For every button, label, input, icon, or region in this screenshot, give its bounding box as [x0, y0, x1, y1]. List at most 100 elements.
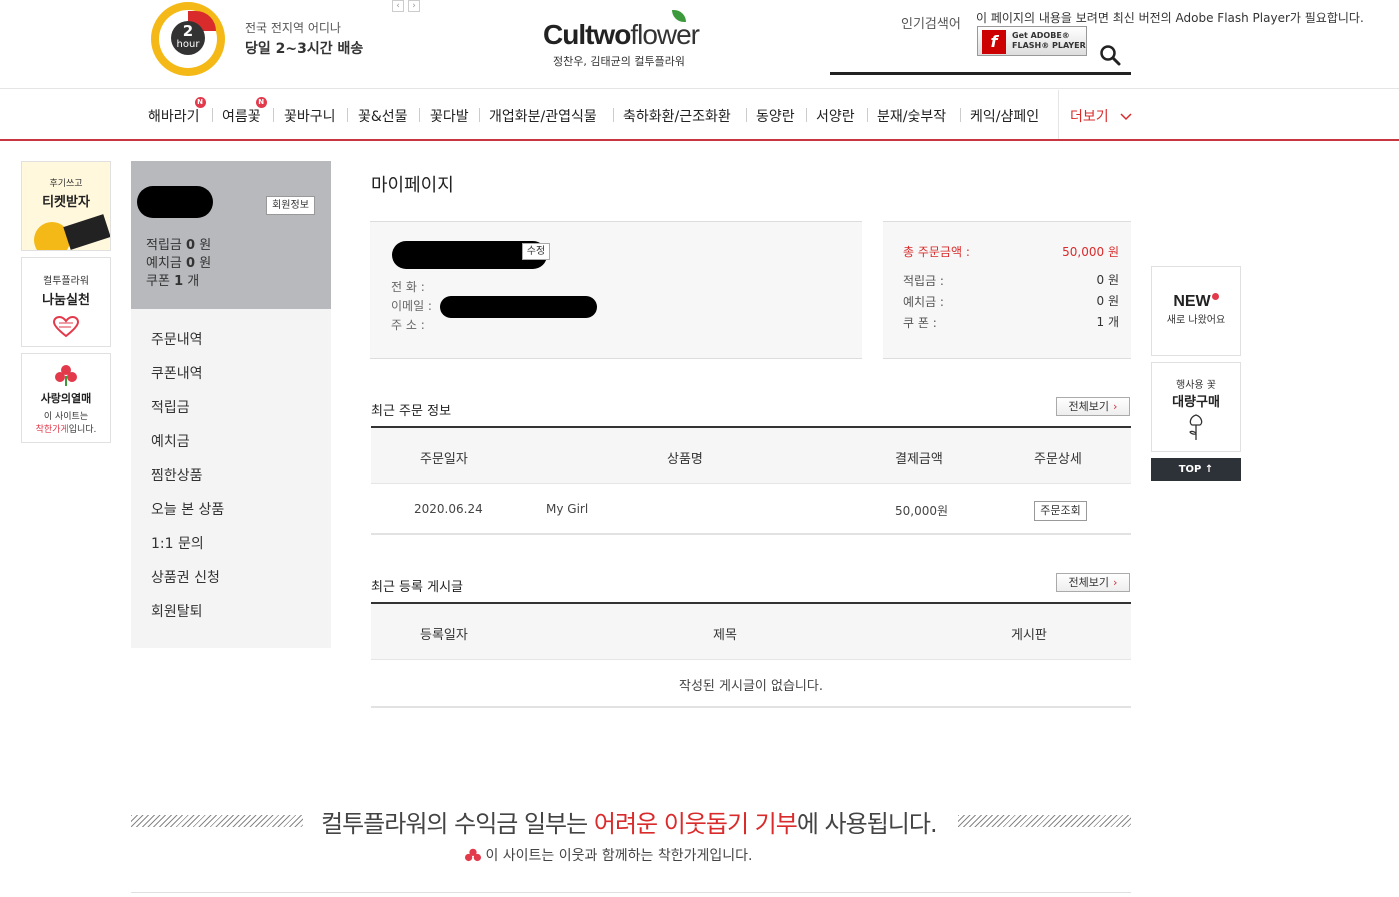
logo-text-a: Cultwo — [543, 19, 631, 50]
heart-icon — [52, 315, 80, 338]
good-shop-message: 이 사이트는 이웃과 함께하는 착한가게입니다. — [465, 845, 752, 865]
summary-points-label: 적립금 : — [903, 274, 944, 288]
nav-separator — [212, 108, 213, 122]
recent-posts-header: 등록일자 제목 게시판 — [371, 602, 1131, 660]
summary-coupon-label: 쿠 폰 : — [903, 316, 937, 330]
nav-item-wreath[interactable]: 축하화환/근조화환 — [623, 106, 731, 126]
delivery-tagline-main: 당일 2~3시간 배송 — [245, 41, 364, 57]
love-fruit-icon — [55, 365, 77, 386]
recent-orders-header: 주문일자 상품명 결제금액 주문상세 — [371, 426, 1131, 484]
nav-item-bouquet[interactable]: 꽃다발 — [430, 106, 469, 126]
chevron-right-icon: › — [1113, 400, 1118, 413]
nav-separator — [960, 108, 961, 122]
decorative-hatch-left — [131, 815, 303, 827]
new-banner-title: NEW — [1152, 293, 1240, 311]
nav-more-button[interactable]: 더보기 — [1070, 106, 1133, 126]
recent-orders-title: 최근 주문 정보 — [371, 404, 452, 419]
search-input-underline[interactable] — [830, 72, 1131, 75]
new-products-banner[interactable]: NEW 새로 나왔어요 — [1151, 266, 1241, 356]
nav-item-summer-flower[interactable]: 여름꽃 N — [222, 97, 267, 126]
nav-separator — [746, 108, 747, 122]
order-amount: 50,000원 — [895, 504, 949, 518]
edit-info-button[interactable]: 수정 — [522, 243, 550, 260]
order-product[interactable]: My Girl — [546, 502, 588, 516]
love-fruit-banner[interactable]: 사랑의열매 이 사이트는 착한가게입니다. — [21, 353, 111, 443]
order-detail-button[interactable]: 주문조회 — [1034, 501, 1087, 521]
get-flash-player-button[interactable]: f Get ADOBE® FLASH® PLAYER — [977, 26, 1087, 56]
column-header: 결제금액 — [895, 452, 943, 467]
summary-coupon-value: 1 개 — [1096, 315, 1120, 329]
nav-separator — [273, 108, 274, 122]
chevron-down-icon — [1120, 113, 1132, 121]
page-title: 마이페이지 — [371, 175, 454, 196]
menu-withdraw[interactable]: 회원탈퇴 — [151, 601, 203, 621]
menu-order-history[interactable]: 주문내역 — [151, 329, 203, 349]
category-nav: 해바라기 N 여름꽃 N 꽃바구니 꽃&선물 꽃다발 개업화분/관엽식물 축하화환/… — [0, 90, 1399, 140]
menu-gift-card[interactable]: 상품권 신청 — [151, 567, 220, 587]
nav-separator — [867, 108, 868, 122]
nav-item-basket[interactable]: 꽃바구니 — [284, 106, 336, 126]
nav-separator — [806, 108, 807, 122]
nav-item-plants[interactable]: 개업화분/관엽식물 — [489, 106, 597, 126]
nav-item-bonsai[interactable]: 분재/숯부작 — [877, 106, 946, 126]
scroll-top-button[interactable]: TOP ↑ — [1151, 458, 1241, 481]
menu-coupon-history[interactable]: 쿠폰내역 — [151, 363, 203, 383]
member-info-button[interactable]: 회원정보 — [266, 196, 315, 215]
total-order-value: 50,000 원 — [1062, 245, 1119, 259]
bulk-banner-top: 행사용 꽃 — [1176, 380, 1216, 391]
delivery-tagline-sub: 전국 전지역 어디나 — [245, 21, 341, 35]
total-order-label: 총 주문금액 : — [903, 245, 970, 259]
menu-deposit[interactable]: 예치금 — [151, 431, 190, 451]
nav-item-sunflower[interactable]: 해바라기 N — [148, 97, 206, 126]
nav-separator — [347, 108, 348, 122]
banner-prev-arrow[interactable]: ‹ — [392, 0, 404, 12]
column-header: 등록일자 — [420, 628, 468, 643]
banner-next-arrow[interactable]: › — [408, 0, 420, 12]
nav-item-oriental-orchid[interactable]: 동양란 — [756, 106, 795, 126]
menu-points[interactable]: 적립금 — [151, 397, 190, 417]
nav-item-flower-gift[interactable]: 꽃&선물 — [358, 106, 408, 126]
column-header: 게시판 — [1011, 628, 1047, 643]
nav-separator — [479, 108, 480, 122]
hour-unit: hour — [176, 39, 200, 50]
menu-wishlist[interactable]: 찜한상품 — [151, 465, 203, 485]
nav-item-cake[interactable]: 케익/샴페인 — [970, 106, 1039, 126]
logo-text-b: flower — [630, 19, 700, 50]
flower-icon — [1189, 414, 1203, 440]
review-ticket-banner[interactable]: 후기쓰고 티켓받자 — [21, 161, 111, 251]
banner-review-top: 후기쓰고 — [49, 179, 83, 189]
summary-points-value: 0 원 — [1096, 273, 1120, 287]
menu-recently-viewed[interactable]: 오늘 본 상품 — [151, 499, 224, 519]
sidebar-points: 적립금 0 원 — [146, 238, 212, 253]
recent-posts-view-all-button[interactable]: 전체보기 › — [1056, 573, 1130, 592]
menu-inquiry[interactable]: 1:1 문의 — [151, 533, 204, 553]
new-badge: N — [194, 97, 206, 108]
redacted-member-name — [137, 186, 213, 218]
table-bottom-border — [371, 533, 1131, 535]
banner-sharing-main: 나눔실천 — [42, 293, 90, 308]
banner-love-fruit-line2: 착한가게입니다. — [35, 425, 97, 435]
new-banner-sub: 새로 나왔어요 — [1166, 315, 1226, 326]
popular-search-label: 인기검색어 — [901, 17, 961, 32]
banner-sharing-top: 컬투플라워 — [43, 276, 89, 287]
hour-number: 2 — [182, 22, 194, 40]
sharing-banner[interactable]: 컬투플라워 나눔실천 — [21, 257, 111, 347]
love-fruit-icon — [465, 848, 481, 862]
site-logo[interactable]: Cultwoflower — [543, 19, 700, 51]
summary-deposit-label: 예치금 : — [903, 295, 944, 309]
search-icon[interactable] — [1099, 44, 1121, 66]
phone-label: 전 화 : — [391, 280, 425, 294]
header-divider — [0, 88, 1399, 89]
sidebar-coupon: 쿠폰 1 개 — [146, 274, 200, 289]
bulk-order-banner[interactable]: 행사용 꽃 대량구매 — [1151, 362, 1241, 452]
email-label: 이메일 : — [391, 299, 432, 313]
recent-posts-title: 최근 등록 게시글 — [371, 580, 463, 595]
red-dot-icon — [1211, 293, 1219, 300]
recent-orders-view-all-button[interactable]: 전체보기 › — [1056, 397, 1130, 416]
banner-review-main: 티켓받자 — [42, 195, 90, 210]
flash-button-line2: FLASH® PLAYER — [1012, 41, 1086, 50]
nav-item-western-orchid[interactable]: 서양란 — [816, 106, 855, 126]
no-posts-message: 작성된 게시글이 없습니다. — [679, 679, 823, 694]
decorative-hatch-right — [958, 815, 1131, 827]
column-header: 상품명 — [667, 452, 703, 467]
